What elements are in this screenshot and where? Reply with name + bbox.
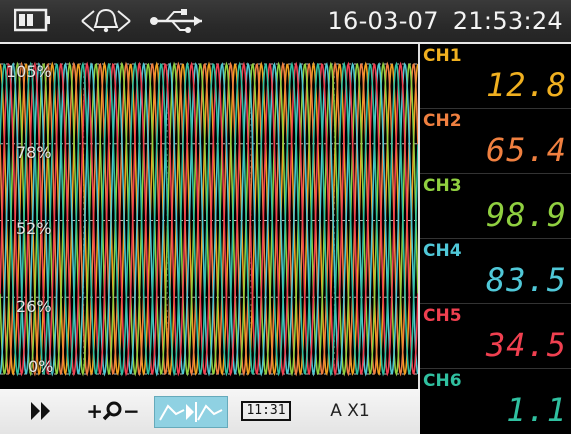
channel-label: CH1 — [423, 46, 462, 66]
bottom-toolbar: + − 11:31 A X1 — [0, 389, 420, 434]
zoom-minus: − — [123, 399, 140, 423]
channel-value: 12.8 — [485, 66, 567, 104]
chart-plot — [0, 61, 418, 377]
channel-label: CH2 — [423, 111, 462, 131]
channel-value: 1.1 — [506, 391, 567, 429]
y-axis-label: 105% — [6, 62, 52, 81]
channel-label: CH4 — [423, 241, 462, 261]
y-axis-label: 52% — [16, 219, 52, 238]
recorder-screen: 16-03-07 21:53:24 105% 78% 52% 26% 0% + − — [0, 0, 571, 434]
y-axis-label: 26% — [16, 297, 52, 316]
channel-row-ch1[interactable]: CH1 12.8 — [420, 44, 571, 109]
datetime-display: 16-03-07 21:53:24 — [327, 7, 563, 35]
channel-value: 98.9 — [485, 196, 567, 234]
waveform-mode-icon — [159, 402, 223, 422]
alarm-bell-icon — [78, 7, 134, 39]
time-text: 21:53:24 — [452, 7, 563, 35]
fast-forward-icon — [31, 402, 50, 420]
y-axis-label: 0% — [28, 357, 54, 376]
time-axis-button[interactable]: 11:31 — [241, 396, 291, 426]
channel-row-ch5[interactable]: CH5 34.5 — [420, 304, 571, 369]
channel-value: 34.5 — [485, 326, 567, 364]
channel-value: 65.4 — [485, 131, 567, 169]
channel-label: CH5 — [423, 306, 462, 326]
channel-panel: CH1 12.8 CH2 65.4 CH3 98.9 CH4 83.5 CH5 … — [420, 44, 571, 434]
scale-button[interactable]: A X1 — [322, 396, 378, 426]
channel-label: CH3 — [423, 176, 462, 196]
channel-label: CH6 — [423, 371, 462, 391]
channel-row-ch4[interactable]: CH4 83.5 — [420, 239, 571, 304]
battery-icon — [13, 7, 52, 37]
channel-row-ch3[interactable]: CH3 98.9 — [420, 174, 571, 239]
fast-forward-button[interactable] — [28, 396, 54, 426]
zoom-button[interactable]: + − — [86, 396, 140, 426]
channel-value: 83.5 — [485, 261, 567, 299]
y-axis-label: 78% — [16, 143, 52, 162]
waveform-chart[interactable]: 105% 78% 52% 26% 0% — [0, 44, 420, 389]
channel-row-ch2[interactable]: CH2 65.4 — [420, 109, 571, 174]
waveform-mode-button[interactable] — [154, 396, 228, 428]
date-text: 16-03-07 — [327, 7, 439, 35]
zoom-icon — [103, 401, 122, 421]
clock-label: 11:31 — [241, 401, 291, 421]
zoom-plus: + — [86, 399, 103, 423]
status-bar: 16-03-07 21:53:24 — [0, 0, 571, 44]
usb-icon — [148, 7, 208, 39]
channel-row-ch6[interactable]: CH6 1.1 — [420, 369, 571, 434]
